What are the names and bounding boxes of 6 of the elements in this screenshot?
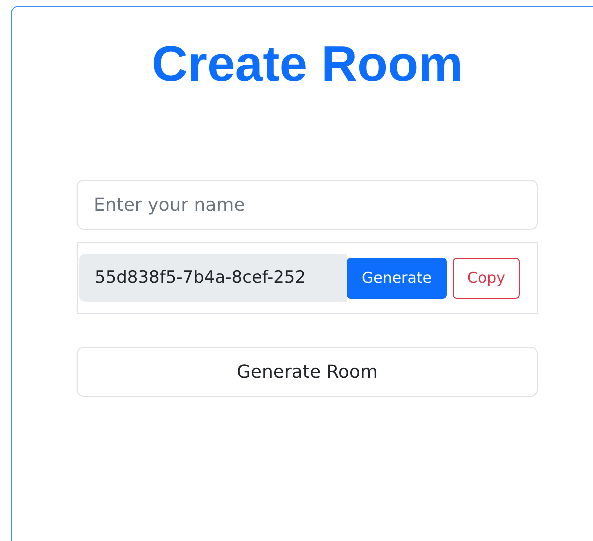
copy-button[interactable]: Copy [453,258,520,298]
room-id-field[interactable]: 55d838f5-7b4a-8cef-252 [79,254,347,302]
generate-room-button[interactable]: Generate Room [77,347,538,397]
page-title: Create Room [150,35,464,94]
generate-button[interactable]: Generate [347,258,447,298]
name-input-field[interactable]: Enter your name [77,180,538,230]
